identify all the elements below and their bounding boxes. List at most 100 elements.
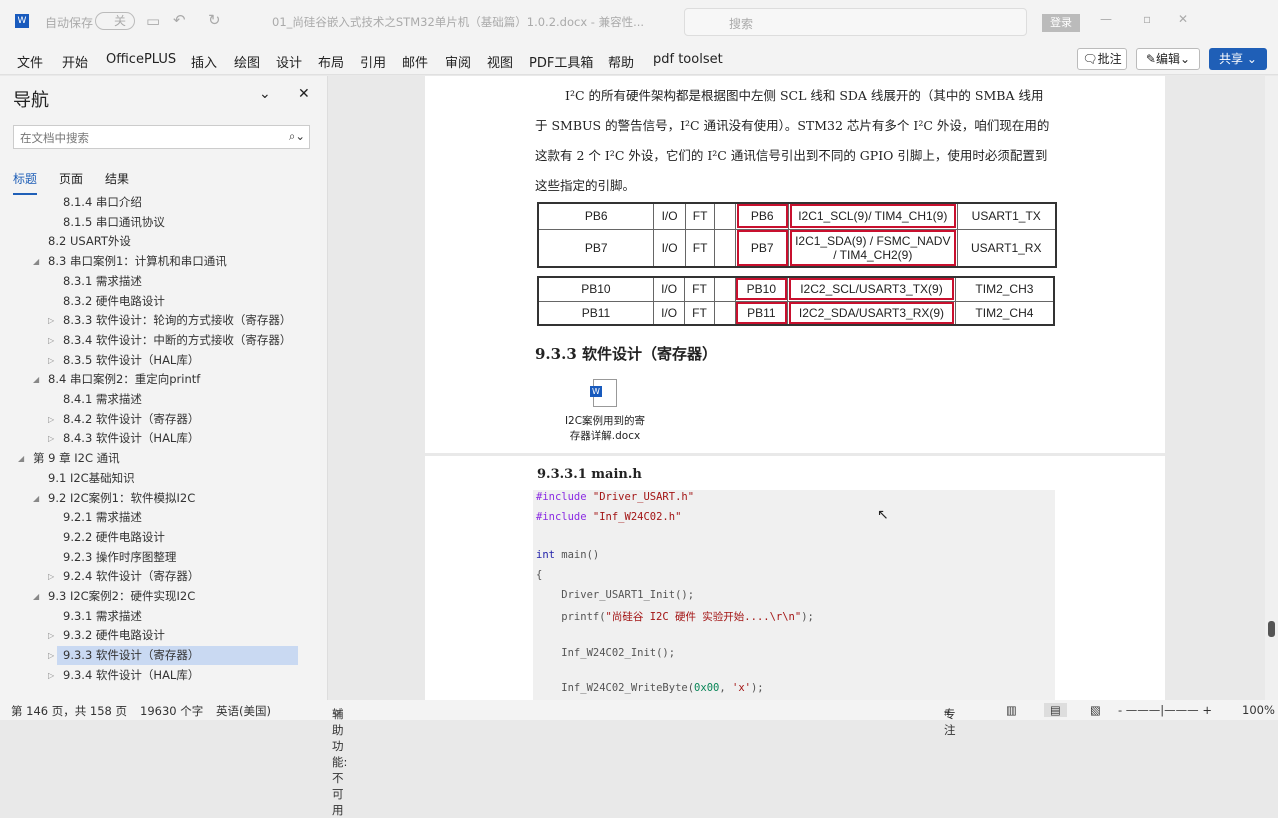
page-1: I²C 的所有硬件架构都是根据图中左侧 SCL 线和 SDA 线展开的（其中的 … (425, 76, 1165, 453)
login-button[interactable]: 登录 (1042, 14, 1080, 32)
tab-insert[interactable]: 插入 (191, 52, 217, 71)
scrollbar-thumb[interactable] (1268, 621, 1275, 637)
word-count[interactable]: 19630 个字 (140, 703, 203, 719)
nav-heading-item[interactable]: 9.2.4 软件设计（寄存器） (63, 567, 199, 586)
expand-arrow-icon[interactable]: ▷ (48, 356, 54, 365)
expand-arrow-icon[interactable]: ▷ (48, 434, 54, 443)
vertical-scrollbar[interactable] (1265, 76, 1278, 700)
expand-arrow-icon[interactable]: ▷ (48, 336, 54, 345)
minimize-icon[interactable]: — (1100, 12, 1112, 26)
nav-heading-item[interactable]: 8.4 串口案例2：重定向printf (48, 370, 200, 389)
nav-tab-headings[interactable]: 标题 (13, 170, 38, 195)
maximize-icon[interactable]: ▫ (1143, 12, 1151, 26)
tab-help[interactable]: 帮助 (608, 52, 634, 71)
nav-heading-item[interactable]: 8.4.2 软件设计（寄存器） (63, 410, 199, 429)
nav-heading-item[interactable]: 9.3.3 软件设计（寄存器） (57, 646, 298, 666)
nav-heading-item[interactable]: 9.2.2 硬件电路设计 (63, 528, 165, 547)
collapse-arrow-icon[interactable]: ◢ (33, 494, 39, 503)
save-icon[interactable]: ▭ (146, 12, 160, 30)
tab-layout[interactable]: 布局 (318, 52, 344, 71)
tab-design[interactable]: 设计 (276, 52, 302, 71)
tab-mailings[interactable]: 邮件 (402, 52, 428, 71)
search-box[interactable]: 搜索 (684, 8, 1027, 36)
nav-title: 导航 (13, 90, 49, 111)
nav-heading-item[interactable]: 8.3.3 软件设计：轮询的方式接收（寄存器） (63, 311, 291, 330)
print-layout-icon[interactable]: ▤ (1044, 703, 1067, 717)
nav-options-chevron-icon[interactable]: ⌄ (259, 86, 271, 102)
tab-home[interactable]: 开始 (62, 52, 88, 71)
ribbon-tabs: 文件 开始 OfficePLUS 插入 绘图 设计 布局 引用 邮件 审阅 视图… (0, 42, 1278, 75)
collapse-arrow-icon[interactable]: ◢ (33, 257, 39, 266)
status-bar: 第 146 页，共 158 页 19630 个字 英语(美国) ✧ 辅助功能: 不… (0, 700, 1278, 817)
close-window-icon[interactable]: ✕ (1178, 12, 1188, 26)
nav-tab-results[interactable]: 结果 (105, 170, 129, 187)
expand-arrow-icon[interactable]: ▷ (48, 316, 54, 325)
expand-arrow-icon[interactable]: ▷ (48, 572, 54, 581)
code-line: #include "Inf_W24C02.h" (536, 511, 682, 523)
accessibility-label: 辅助功能: 不可用 (332, 707, 348, 817)
nav-heading-item[interactable]: 9.2.1 需求描述 (63, 508, 142, 527)
table-cell: PB7 (735, 228, 790, 268)
table-row: PB10 I/O FT PB10 I2C2_SCL/USART3_TX(9) TIM2_C… (537, 276, 1055, 302)
nav-heading-item[interactable]: 9.3 I2C案例2：硬件实现I2C (48, 587, 195, 606)
tab-officeplus[interactable]: OfficePLUS (106, 52, 176, 67)
table-cell (713, 276, 736, 302)
nav-heading-item[interactable]: 9.3.4 软件设计（HAL库） (63, 666, 199, 685)
autosave-label: 自动保存 (45, 16, 94, 30)
nav-heading-item[interactable]: 8.1.4 串口介绍 (63, 193, 142, 212)
nav-heading-item[interactable]: 第 9 章 I2C 通讯 (33, 449, 120, 468)
autosave-state: 关 (114, 14, 127, 28)
nav-heading-item[interactable]: 9.3.2 硬件电路设计 (63, 626, 165, 645)
table-cell: PB6 (537, 202, 655, 230)
nav-heading-item[interactable]: 9.2 I2C案例1：软件模拟I2C (48, 489, 195, 508)
expand-arrow-icon[interactable]: ▷ (48, 415, 54, 424)
autosave-toggle[interactable]: 关 (95, 12, 135, 30)
nav-heading-item[interactable]: 8.3.4 软件设计：中断的方式接收（寄存器） (63, 331, 291, 350)
table-cell: USART1_RX (956, 228, 1057, 268)
comment-button[interactable]: 🗨批注 (1077, 48, 1127, 70)
table-cell: PB10 (734, 276, 789, 302)
expand-arrow-icon[interactable]: ▷ (48, 651, 54, 660)
share-button[interactable]: 共享 ⌄ (1209, 48, 1267, 70)
read-mode-icon[interactable]: ▥ (1006, 703, 1017, 717)
expand-arrow-icon[interactable]: ▷ (48, 671, 54, 680)
tab-file[interactable]: 文件 (17, 52, 43, 71)
expand-arrow-icon[interactable]: ▷ (48, 631, 54, 640)
nav-tab-pages[interactable]: 页面 (59, 170, 83, 187)
nav-heading-item[interactable]: 8.3 串口案例1：计算机和串口通讯 (48, 252, 227, 271)
language[interactable]: 英语(美国) (216, 703, 271, 719)
redo-icon[interactable]: ↻ (208, 11, 221, 29)
nav-heading-item[interactable]: 8.3.1 需求描述 (63, 272, 142, 291)
nav-heading-item[interactable]: 8.1.5 串口通讯协议 (63, 213, 165, 232)
page-count[interactable]: 第 146 页，共 158 页 (11, 703, 127, 719)
nav-heading-item[interactable]: 8.4.3 软件设计（HAL库） (63, 429, 199, 448)
attachment-docx[interactable]: W I2C案例用到的寄存器详解.docx (555, 379, 655, 443)
nav-close-icon[interactable]: ✕ (298, 86, 310, 102)
nav-heading-item[interactable]: 9.2.3 操作时序图整理 (63, 548, 176, 567)
collapse-arrow-icon[interactable]: ◢ (18, 454, 24, 463)
zoom-level[interactable]: 100% (1242, 703, 1275, 717)
nav-heading-item[interactable]: 8.4.1 需求描述 (63, 390, 142, 409)
tab-review[interactable]: 审阅 (445, 52, 471, 71)
tab-view[interactable]: 视图 (487, 52, 513, 71)
collapse-arrow-icon[interactable]: ◢ (33, 592, 39, 601)
zoom-slider[interactable]: - ———|——— + (1118, 703, 1212, 717)
tab-references[interactable]: 引用 (360, 52, 386, 71)
paragraph-line: 这款有 2 个 I²C 外设，它们的 I²C 通讯信号引出到不同的 GPIO 引… (535, 148, 1048, 163)
tab-draw[interactable]: 绘图 (234, 52, 260, 71)
tab-pdf-toolset[interactable]: pdf toolset (653, 52, 723, 67)
nav-heading-item[interactable]: 8.2 USART外设 (48, 232, 131, 251)
section-heading: 9.3.3 软件设计（寄存器） (535, 345, 717, 363)
nav-search-input[interactable]: 在文档中搜索 ⌕⌄ (13, 125, 310, 149)
table-row: PB6 I/O FT PB6 I2C1_SCL(9)/ TIM4_CH1(9) USART… (537, 202, 1057, 230)
nav-heading-item[interactable]: 9.3.1 需求描述 (63, 607, 142, 626)
edit-button[interactable]: ✎编辑⌄ (1136, 48, 1200, 70)
nav-heading-item[interactable]: 8.3.2 硬件电路设计 (63, 292, 165, 311)
nav-heading-item[interactable]: 8.3.5 软件设计（HAL库） (63, 351, 199, 370)
search-icon[interactable]: ⌕⌄ (289, 129, 305, 144)
undo-icon[interactable]: ↶ (173, 11, 186, 29)
web-layout-icon[interactable]: ▧ (1090, 703, 1101, 717)
collapse-arrow-icon[interactable]: ◢ (33, 375, 39, 384)
tab-pdf-tools[interactable]: PDF工具箱 (529, 52, 593, 71)
nav-heading-item[interactable]: 9.1 I2C基础知识 (48, 469, 135, 488)
